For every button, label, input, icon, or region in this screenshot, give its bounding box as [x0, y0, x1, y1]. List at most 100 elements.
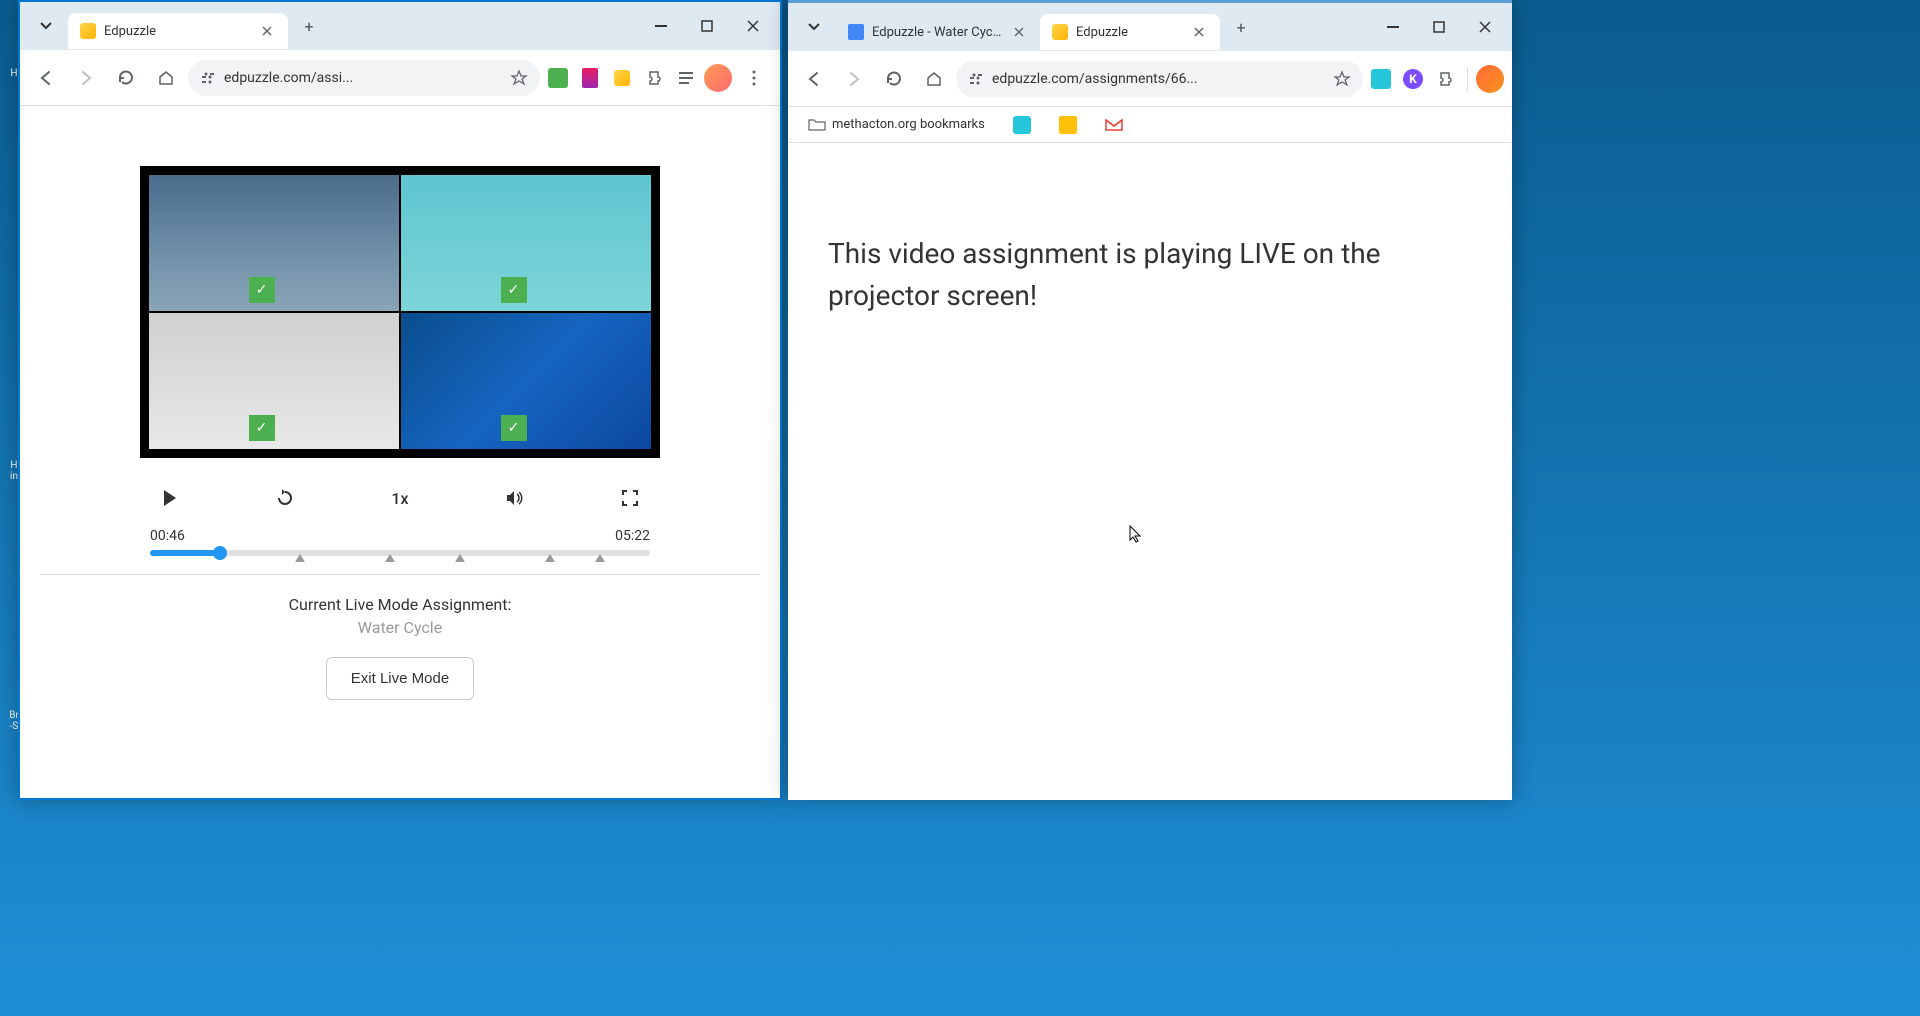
minimize-button[interactable] — [638, 6, 684, 46]
extension-icon[interactable] — [576, 64, 604, 92]
tab-search-button[interactable] — [30, 10, 62, 42]
toolbar: edpuzzle.com/assi... — [20, 50, 780, 106]
address-bar[interactable]: edpuzzle.com/assi... — [188, 60, 540, 96]
arrow-right-icon — [845, 70, 863, 88]
back-button[interactable] — [796, 61, 832, 97]
tab-close-button[interactable] — [1190, 23, 1208, 41]
kebab-menu-icon — [752, 70, 756, 86]
fullscreen-button[interactable] — [610, 478, 650, 518]
tab-water-cycle[interactable]: Edpuzzle - Water Cycle — [836, 14, 1040, 50]
reload-icon — [117, 69, 135, 87]
arrow-left-icon — [805, 70, 823, 88]
timeline-marker[interactable] — [545, 554, 555, 562]
new-tab-button[interactable]: + — [1226, 12, 1256, 42]
timeline-markers — [150, 554, 650, 564]
star-icon[interactable] — [1333, 70, 1351, 88]
bookmark-label: methacton.org bookmarks — [832, 117, 985, 132]
video-quadrant-ocean: ✓ — [401, 313, 651, 449]
timeline-marker[interactable] — [455, 554, 465, 562]
volume-icon — [505, 489, 525, 507]
tab-strip: Edpuzzle + — [20, 2, 780, 50]
video-quadrant-glass: ✓ — [149, 313, 399, 449]
arrow-left-icon — [37, 69, 55, 87]
bookmark-item[interactable] — [1097, 114, 1131, 136]
home-icon — [925, 70, 943, 88]
checkmark-icon: ✓ — [249, 415, 275, 441]
bookmark-item[interactable] — [1051, 112, 1085, 138]
reading-list-button[interactable] — [672, 64, 700, 92]
extension-icon[interactable]: K — [1399, 65, 1427, 93]
checkmark-icon: ✓ — [249, 277, 275, 303]
speed-button[interactable]: 1x — [380, 478, 420, 518]
extensions-menu-button[interactable] — [1431, 65, 1459, 93]
maximize-icon — [1433, 21, 1445, 33]
tab-title: Edpuzzle — [104, 24, 156, 39]
maximize-button[interactable] — [684, 6, 730, 46]
bookmark-folder[interactable]: methacton.org bookmarks — [800, 113, 993, 136]
back-button[interactable] — [28, 60, 64, 96]
extension-icon[interactable] — [1367, 65, 1395, 93]
replay-icon — [275, 488, 295, 508]
bookmarks-bar: methacton.org bookmarks — [788, 107, 1512, 143]
chrome-menu-button[interactable] — [736, 60, 772, 96]
forward-button[interactable] — [836, 61, 872, 97]
tab-search-button[interactable] — [798, 11, 830, 43]
timeline-marker[interactable] — [595, 554, 605, 562]
reload-button[interactable] — [876, 61, 912, 97]
site-settings-icon[interactable] — [200, 70, 216, 86]
edpuzzle-favicon-icon — [1052, 24, 1068, 40]
minimize-icon — [655, 25, 667, 27]
timeline-marker[interactable] — [295, 554, 305, 562]
timeline-marker[interactable] — [385, 554, 395, 562]
toolbar: edpuzzle.com/assignments/66... K — [788, 51, 1512, 107]
chevron-down-icon — [40, 22, 52, 30]
address-bar[interactable]: edpuzzle.com/assignments/66... — [956, 61, 1363, 97]
exit-live-mode-button[interactable]: Exit Live Mode — [326, 657, 474, 700]
url-text: edpuzzle.com/assi... — [224, 70, 502, 86]
reload-button[interactable] — [108, 60, 144, 96]
new-tab-button[interactable]: + — [294, 11, 324, 41]
maximize-button[interactable] — [1416, 7, 1462, 47]
arrow-right-icon — [77, 69, 95, 87]
home-button[interactable] — [916, 61, 952, 97]
close-window-button[interactable] — [1462, 7, 1508, 47]
tab-title: Edpuzzle — [1076, 25, 1128, 40]
video-quadrant-lake: ✓ — [149, 175, 399, 311]
tab-edpuzzle[interactable]: Edpuzzle — [1040, 14, 1220, 50]
close-icon — [747, 20, 759, 32]
tab-close-button[interactable] — [258, 22, 276, 40]
volume-button[interactable] — [495, 478, 535, 518]
live-message: This video assignment is playing LIVE on… — [828, 233, 1472, 317]
tab-edpuzzle[interactable]: Edpuzzle — [68, 13, 288, 49]
total-time: 05:22 — [615, 528, 650, 544]
video-player[interactable]: ✓ ✓ ✓ ✓ — [140, 166, 660, 458]
video-timeline: 00:46 05:22 — [140, 528, 660, 564]
profile-avatar[interactable] — [1476, 65, 1504, 93]
extension-icon[interactable] — [608, 64, 636, 92]
profile-avatar[interactable] — [704, 64, 732, 92]
video-controls: 1x — [140, 458, 660, 528]
fullscreen-icon — [621, 489, 639, 507]
extensions-menu-button[interactable] — [640, 64, 668, 92]
site-settings-icon[interactable] — [968, 71, 984, 87]
gmail-icon — [1105, 118, 1123, 132]
tab-close-button[interactable] — [1010, 23, 1028, 41]
video-quadrant-pool: ✓ — [401, 175, 651, 311]
checkmark-icon: ✓ — [501, 277, 527, 303]
star-icon[interactable] — [510, 69, 528, 87]
close-window-button[interactable] — [730, 6, 776, 46]
extension-icon[interactable] — [544, 64, 572, 92]
minimize-button[interactable] — [1370, 7, 1416, 47]
puzzle-icon — [1436, 70, 1454, 88]
play-button[interactable] — [150, 478, 190, 518]
replay-button[interactable] — [265, 478, 305, 518]
close-icon — [1479, 21, 1491, 33]
cursor-icon — [1128, 524, 1144, 544]
tab-strip: Edpuzzle - Water Cycle Edpuzzle + — [788, 3, 1512, 51]
home-button[interactable] — [148, 60, 184, 96]
forward-button[interactable] — [68, 60, 104, 96]
close-icon — [1014, 27, 1024, 37]
bookmark-item[interactable] — [1005, 112, 1039, 138]
folder-icon — [808, 118, 826, 132]
close-icon — [262, 26, 272, 36]
